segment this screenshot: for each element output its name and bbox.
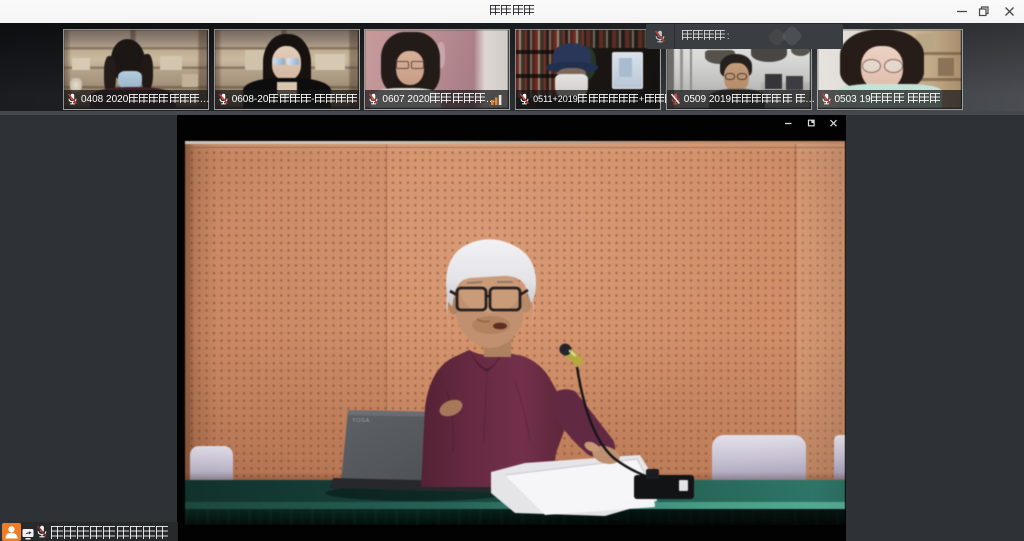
- svg-text:YOGA: YOGA: [352, 418, 370, 424]
